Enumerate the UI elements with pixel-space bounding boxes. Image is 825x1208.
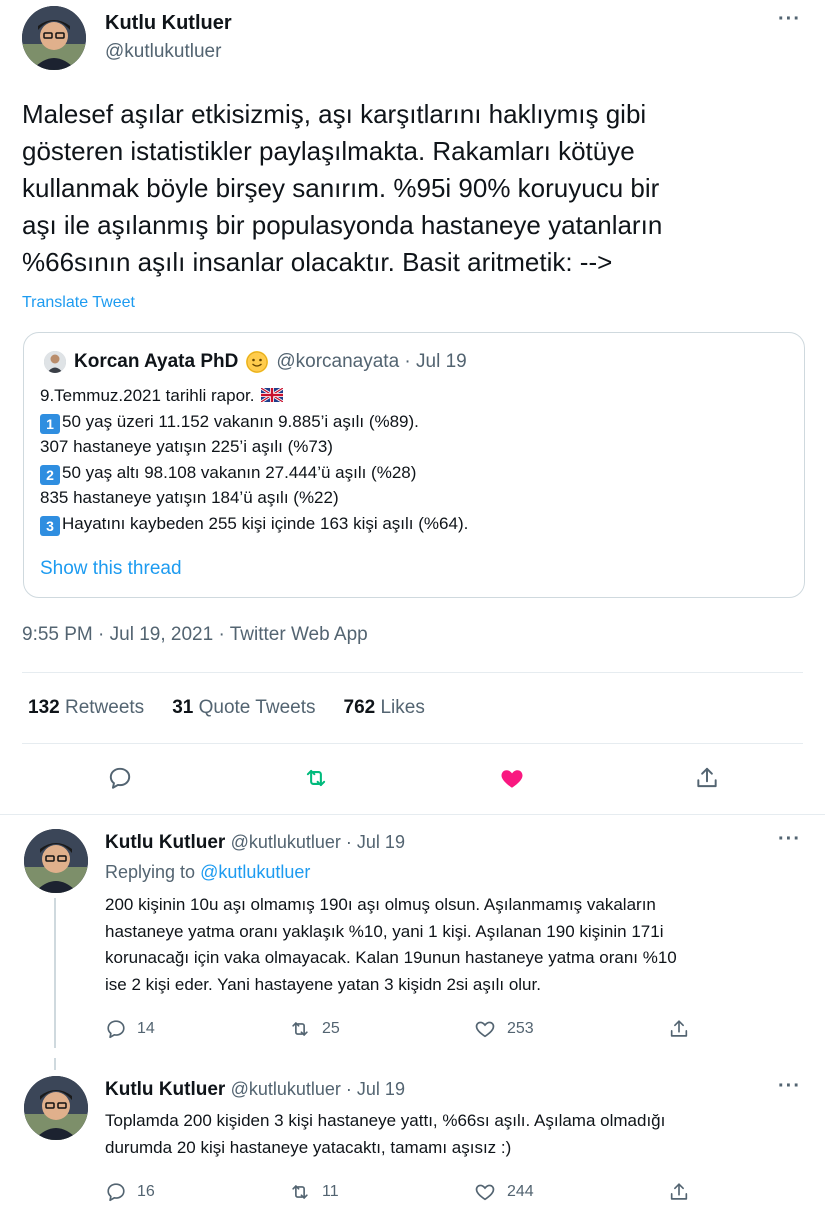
retweets-label: Retweets: [64, 697, 145, 718]
divider: [0, 814, 825, 815]
keycap-2-icon: 2: [40, 464, 60, 485]
reply-action-bar: 16 11 244: [105, 1181, 725, 1207]
likes-stat[interactable]: 762 Likes: [344, 697, 425, 719]
reply-count: 14: [137, 1020, 155, 1037]
retweet-icon: [292, 1022, 308, 1036]
translate-tweet-link[interactable]: Translate Tweet: [22, 294, 135, 312]
retweet-count: 11: [322, 1183, 339, 1200]
tweet-text-line: gösteren istatistikler paylaşılmakta. Ra…: [22, 136, 635, 166]
divider: [22, 743, 803, 744]
quoted-tweet-header: Korcan Ayata PhD @korcanayata · Jul 19: [44, 351, 467, 373]
heart-icon: [475, 1021, 495, 1038]
quote-tweets-label: Quote Tweets: [198, 697, 316, 718]
reply-icon: [107, 1183, 125, 1202]
reply-header: Kutlu Kutluer @kutlukutluer · Jul 19: [105, 832, 405, 854]
likes-count: 762: [343, 697, 376, 718]
reply-text: Toplamda 200 kişiden 3 kişi hastaneye ya…: [105, 1108, 805, 1161]
reply-text-line: hastaneye yatma oranı yaklaşık %10, yani…: [105, 921, 664, 941]
reply-handle-date[interactable]: @kutlukutluer · Jul 19: [231, 832, 405, 852]
reply-text-line: durumda 20 kişi hastaneye yatacaktı, tam…: [105, 1137, 512, 1157]
quoted-author-name: Korcan Ayata PhD: [74, 351, 239, 372]
like-button[interactable]: 253: [473, 1018, 534, 1040]
uk-flag-icon: [260, 384, 285, 404]
share-icon: [670, 1020, 688, 1037]
quoted-tweet-text: 9.Temmuz.2021 tarihli rapor. 1 50 yaş üze…: [40, 383, 468, 536]
like-button[interactable]: 244: [473, 1181, 534, 1203]
more-icon[interactable]: ···: [778, 1075, 801, 1098]
share-icon[interactable]: [687, 758, 727, 798]
reply-text-line: korunacağı için vaka olmayacak. Kalan 19…: [105, 948, 677, 967]
share-button[interactable]: [668, 1181, 690, 1203]
heart-icon[interactable]: [492, 758, 532, 798]
share-button[interactable]: [668, 1018, 690, 1040]
likes-label: Likes: [380, 697, 425, 718]
tweet-stats: 132 Retweets 31 Quote Tweets 762 Likes: [28, 697, 425, 719]
tweet-text: Malesef aşılar etkisizmiş, aşı karşıtlar…: [22, 96, 802, 281]
reply-count: 16: [137, 1183, 155, 1200]
reply-handle-date[interactable]: @kutlukutluer · Jul 19: [231, 1079, 405, 1099]
reply-icon[interactable]: [100, 758, 140, 798]
more-icon[interactable]: ···: [778, 8, 801, 31]
replying-to: Replying to @kutlukutluer: [105, 862, 310, 883]
show-thread-link[interactable]: Show this thread: [40, 558, 182, 580]
retweet-button[interactable]: 25: [288, 1018, 340, 1040]
reply-text: 200 kişinin 10u aşı olmamış 190ı aşı olm…: [105, 892, 805, 998]
retweet-icon[interactable]: [296, 758, 336, 798]
tweet-action-bar: [0, 758, 825, 798]
quoted-line: 9.Temmuz.2021 tarihli rapor.: [40, 386, 255, 405]
author-name[interactable]: Kutlu Kutluer: [105, 12, 232, 35]
quoted-author-avatar: [44, 351, 66, 373]
thread-connector-line: [54, 1058, 56, 1070]
quote-tweets-count: 31: [172, 697, 194, 718]
tweet-text-line: Malesef aşılar etkisizmiş, aşı karşıtlar…: [22, 99, 647, 129]
replying-to-handle[interactable]: @kutlukutluer: [200, 862, 310, 882]
replying-to-prefix: Replying to: [105, 862, 196, 882]
reply-action-bar: 14 25 253: [105, 1018, 725, 1044]
reply-avatar[interactable]: [24, 829, 88, 893]
quoted-author-handle-date: @korcanayata · Jul 19: [276, 351, 467, 372]
reply-text-line: Toplamda 200 kişiden 3 kişi hastaneye ya…: [105, 1111, 666, 1130]
tweet-text-line: %66sının aşılı insanlar olacaktır. Basit…: [22, 247, 613, 277]
reply-header: Kutlu Kutluer @kutlukutluer · Jul 19: [105, 1079, 405, 1101]
smiley-emoji-icon: [246, 351, 269, 373]
heart-icon: [475, 1184, 495, 1201]
quoted-tweet-card[interactable]: Korcan Ayata PhD @korcanayata · Jul 19 9…: [23, 332, 805, 598]
like-count: 253: [507, 1020, 534, 1037]
retweet-button[interactable]: 11: [288, 1181, 339, 1203]
reply-author-name[interactable]: Kutlu Kutluer: [105, 832, 225, 853]
retweets-count: 132: [28, 697, 60, 718]
quoted-line: 50 yaş altı 98.108 vakanın 27.444’ü aşıl…: [62, 462, 417, 482]
reply-button[interactable]: 14: [105, 1018, 155, 1040]
divider: [22, 672, 803, 673]
keycap-3-icon: 3: [40, 515, 60, 536]
reply-text-line: 200 kişinin 10u aşı olmamış 190ı aşı olm…: [105, 895, 656, 914]
author-avatar[interactable]: [22, 6, 86, 70]
share-icon: [670, 1183, 688, 1200]
retweet-count: 25: [322, 1020, 340, 1037]
reply-text-line: ise 2 kişi eder. Yani hastayene yatan 3 …: [105, 974, 541, 994]
tweet-timestamp[interactable]: 9:55 PM · Jul 19, 2021 · Twitter Web App: [22, 624, 368, 646]
tweet-text-line: aşı ile aşılanmış bir populasyonda hasta…: [22, 210, 663, 240]
retweets-stat[interactable]: 132 Retweets: [28, 697, 144, 719]
retweet-icon: [292, 1185, 308, 1199]
reply-author-name[interactable]: Kutlu Kutluer: [105, 1079, 225, 1100]
reply-icon: [107, 1020, 125, 1039]
more-icon[interactable]: ···: [778, 828, 801, 851]
thread-connector-line: [54, 898, 56, 1048]
quoted-line: Hayatını kaybeden 255 kişi içinde 163 ki…: [62, 513, 469, 533]
like-count: 244: [507, 1183, 534, 1200]
reply-avatar[interactable]: [24, 1076, 88, 1140]
quoted-line: 50 yaş üzeri 11.152 vakanın 9.885’i aşıl…: [62, 411, 419, 431]
tweet-text-line: kullanmak böyle birşey sanırım. %95i 90%…: [22, 173, 660, 203]
author-handle[interactable]: @kutlukutluer: [105, 41, 221, 63]
quote-tweets-stat[interactable]: 31 Quote Tweets: [172, 697, 315, 719]
keycap-1-icon: 1: [40, 413, 60, 434]
reply-button[interactable]: 16: [105, 1181, 155, 1203]
quoted-line: 835 hastaneye yatışın 184’ü aşılı (%22): [40, 488, 339, 507]
quoted-line: 307 hastaneye yatışın 225’i aşılı (%73): [40, 437, 333, 456]
